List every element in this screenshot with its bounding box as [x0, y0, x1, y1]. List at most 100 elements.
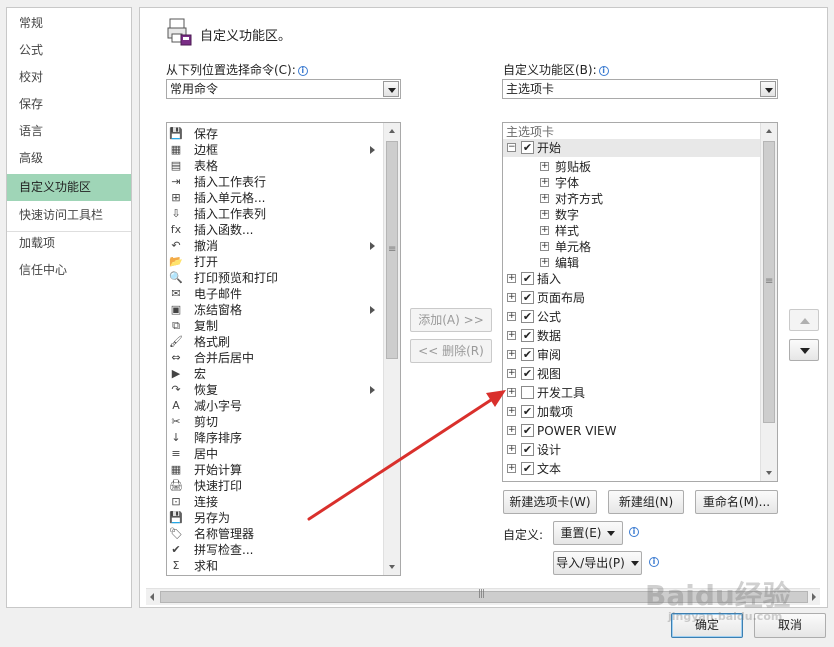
expand-icon[interactable]: + [540, 242, 549, 251]
command-item[interactable]: ↶ 撤消 [167, 238, 375, 254]
command-item[interactable]: ▤ 表格 [167, 158, 367, 174]
rename-button[interactable]: 重命名(M)... [695, 490, 778, 514]
command-item[interactable]: ⧉ 复制 [167, 318, 367, 334]
tab-checkbox[interactable]: ✔ [521, 462, 534, 475]
tree-scrollbar[interactable] [760, 123, 777, 481]
tree-item[interactable]: + ✔ 视图 [503, 365, 761, 383]
expand-icon[interactable]: + [507, 369, 516, 378]
chevron-down-icon[interactable] [383, 81, 399, 97]
nav-item-general[interactable]: 常规 [7, 10, 131, 37]
tree-item[interactable]: + ✔ POWER VIEW [503, 422, 761, 440]
commands-scrollbar[interactable] [383, 123, 400, 575]
move-down-button[interactable] [789, 339, 819, 361]
command-item[interactable]: ⇔ 合并后居中 [167, 350, 367, 366]
command-item[interactable]: 🖌 格式刷 [167, 334, 367, 350]
command-item[interactable]: 🖨 快速打印 [167, 478, 367, 494]
scroll-up-icon[interactable] [384, 123, 400, 139]
add-button[interactable]: 添加(A) >> [410, 308, 492, 332]
tab-checkbox[interactable]: ✔ [521, 367, 534, 380]
tab-checkbox[interactable]: ✔ [521, 348, 534, 361]
nav-item-quick-access-toolbar[interactable]: 快速访问工具栏 [7, 202, 131, 229]
command-item[interactable]: ▦ 开始计算 [167, 462, 367, 478]
command-item[interactable]: ✉ 电子邮件 [167, 286, 367, 302]
customize-ribbon-combo[interactable]: 主选项卡 [502, 79, 778, 99]
expand-icon[interactable]: + [540, 178, 549, 187]
command-item[interactable]: ⊞ 插入单元格... [167, 190, 367, 206]
tab-checkbox[interactable]: ✔ [521, 405, 534, 418]
expand-icon[interactable]: + [507, 350, 516, 359]
reset-button[interactable]: 重置(E) [553, 521, 623, 545]
tree-item[interactable]: − ✔ 开始 [503, 139, 761, 157]
expand-icon[interactable]: + [507, 331, 516, 340]
expand-icon[interactable]: + [507, 388, 516, 397]
expand-icon[interactable]: + [507, 407, 516, 416]
expand-icon[interactable]: + [540, 162, 549, 171]
chevron-down-icon[interactable] [760, 81, 776, 97]
scroll-right-icon[interactable] [812, 593, 816, 601]
tree-item[interactable]: + ✔ 数据 [503, 327, 761, 345]
tab-checkbox[interactable]: ✔ [521, 272, 534, 285]
expand-icon[interactable]: + [540, 258, 549, 267]
tab-checkbox[interactable]: ✔ [521, 329, 534, 342]
nav-item-language[interactable]: 语言 [7, 118, 131, 145]
expand-icon[interactable]: + [540, 226, 549, 235]
nav-item-save[interactable]: 保存 [7, 91, 131, 118]
command-item[interactable]: A 减小字号 [167, 398, 367, 414]
tree-item[interactable]: + ✔ 设计 [503, 441, 761, 459]
expand-icon[interactable]: + [507, 312, 516, 321]
tree-item[interactable]: + ✔ 文本 [503, 460, 761, 478]
tab-checkbox[interactable] [521, 386, 534, 399]
move-up-button[interactable] [789, 309, 819, 331]
nav-item-proofing[interactable]: 校对 [7, 64, 131, 91]
scroll-down-icon[interactable] [384, 559, 400, 575]
command-item[interactable]: ⊡ 连接 [167, 494, 367, 510]
tab-checkbox[interactable]: ✔ [521, 424, 534, 437]
remove-button[interactable]: << 删除(R) [410, 339, 492, 363]
command-item[interactable]: ▶ 宏 [167, 366, 367, 382]
scroll-thumb[interactable] [386, 141, 398, 359]
expand-icon[interactable]: + [540, 194, 549, 203]
command-item[interactable]: ⇩ 插入工作表列 [167, 206, 367, 222]
expand-icon[interactable]: + [507, 464, 516, 473]
command-item[interactable]: Σ 求和 [167, 558, 367, 574]
commands-list[interactable]: 💾 保存 ▦ 边框 ▤ 表格 ⇥ 插入工作表行 ⊞ 插入单元格... ⇩ 插入工作表列 fx 插入函数..… [166, 122, 401, 576]
new-tab-button[interactable]: 新建选项卡(W) [503, 490, 597, 514]
new-group-button[interactable]: 新建组(N) [608, 490, 684, 514]
command-item[interactable]: 🔍 打印预览和打印 [167, 270, 367, 286]
command-item[interactable]: ⇥ 插入工作表行 [167, 174, 367, 190]
choose-commands-combo[interactable]: 常用命令 [166, 79, 401, 99]
tab-checkbox[interactable]: ✔ [521, 443, 534, 456]
nav-item-customize-ribbon[interactable]: 自定义功能区 [7, 174, 131, 201]
command-item[interactable]: ≡ 居中 [167, 446, 367, 462]
command-item[interactable]: ↷ 恢复 [167, 382, 375, 398]
nav-item-advanced[interactable]: 高级 [7, 145, 131, 172]
command-item[interactable]: 📂 打开 [167, 254, 367, 270]
command-item[interactable]: fx 插入函数... [167, 222, 367, 238]
tree-item[interactable]: + ✔ 审阅 [503, 346, 761, 364]
expand-icon[interactable]: + [507, 274, 516, 283]
nav-item-add-ins[interactable]: 加载项 [7, 230, 131, 257]
tree-item[interactable]: + ✔ 加载项 [503, 403, 761, 421]
command-item[interactable]: 🏷 名称管理器 [167, 526, 367, 542]
tree-item[interactable]: + ✔ 插入 [503, 270, 761, 288]
command-item[interactable]: ▣ 冻结窗格 [167, 302, 375, 318]
tree-item[interactable]: + ✔ 页面布局 [503, 289, 761, 307]
command-item[interactable]: 💾 保存 [167, 126, 367, 142]
expand-icon[interactable]: + [540, 210, 549, 219]
tree-item[interactable]: + 开发工具 [503, 384, 761, 402]
expand-icon[interactable]: + [507, 293, 516, 302]
scroll-down-icon[interactable] [761, 465, 777, 481]
scroll-thumb[interactable] [763, 141, 775, 423]
command-item[interactable]: ↓ 降序排序 [167, 430, 367, 446]
nav-item-formulas[interactable]: 公式 [7, 37, 131, 64]
expand-icon[interactable]: + [507, 445, 516, 454]
nav-item-trust-center[interactable]: 信任中心 [7, 257, 131, 284]
tab-checkbox[interactable]: ✔ [521, 141, 534, 154]
tab-checkbox[interactable]: ✔ [521, 310, 534, 323]
scroll-up-icon[interactable] [761, 123, 777, 139]
tab-checkbox[interactable]: ✔ [521, 291, 534, 304]
command-item[interactable]: 💾 另存为 [167, 510, 367, 526]
expand-icon[interactable]: + [507, 426, 516, 435]
scroll-left-icon[interactable] [150, 593, 154, 601]
collapse-icon[interactable]: − [507, 143, 516, 152]
